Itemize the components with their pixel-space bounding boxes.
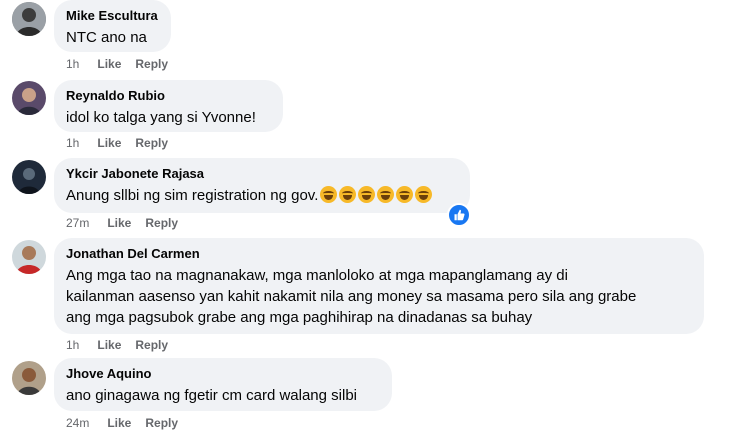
comment-text-line: kailanman aasenso yan kahit nakamit nila… bbox=[66, 288, 637, 305]
commenter-name[interactable]: Jhove Aquino bbox=[66, 365, 380, 382]
laughing-emoji-icon bbox=[339, 186, 357, 203]
comment-text-line: Ang mga tao na magnanakaw, mga manloloko… bbox=[66, 267, 568, 284]
avatar-photo bbox=[12, 361, 46, 395]
avatar-photo bbox=[12, 160, 46, 194]
commenter-name[interactable]: Mike Escultura bbox=[66, 7, 159, 24]
comment-text: Anung sllbi ng sim registration ng gov. bbox=[66, 185, 458, 206]
reply-button[interactable]: Reply bbox=[145, 215, 178, 231]
comment-bubble: Reynaldo Rubio idol ko talga yang si Yvo… bbox=[54, 80, 283, 132]
laughing-emoji-icon bbox=[415, 186, 433, 203]
avatar-photo bbox=[12, 2, 46, 36]
like-button[interactable]: Like bbox=[107, 215, 131, 231]
avatar-photo bbox=[12, 240, 46, 274]
comment-text: idol ko talga yang si Yvonne! bbox=[66, 109, 256, 126]
comment-bubble: Ykcir Jabonete Rajasa Anung sllbi ng sim… bbox=[54, 158, 470, 213]
comment-time[interactable]: 1h bbox=[66, 56, 79, 72]
comment-bubble: Jonathan Del Carmen Ang mga tao na magna… bbox=[54, 238, 704, 334]
like-button[interactable]: Like bbox=[97, 56, 121, 72]
reply-button[interactable]: Reply bbox=[145, 415, 178, 431]
comment-bubble: Jhove Aquino ano ginagawa ng fgetir cm c… bbox=[54, 358, 392, 411]
laughing-emoji-icon bbox=[358, 186, 376, 203]
comment-text: ano ginagawa ng fgetir cm card walang si… bbox=[66, 387, 357, 404]
laughing-emoji-icon bbox=[377, 186, 395, 203]
commenter-name[interactable]: Reynaldo Rubio bbox=[66, 87, 271, 104]
like-button[interactable]: Like bbox=[97, 337, 121, 353]
avatar[interactable] bbox=[12, 2, 46, 36]
reply-button[interactable]: Reply bbox=[135, 337, 168, 353]
avatar[interactable] bbox=[12, 361, 46, 395]
comment-actions: 1h Like Reply bbox=[66, 135, 182, 151]
avatar[interactable] bbox=[12, 81, 46, 115]
like-button[interactable]: Like bbox=[107, 415, 131, 431]
comment-time[interactable]: 27m bbox=[66, 215, 89, 231]
comment-actions: 24m Like Reply bbox=[66, 415, 192, 431]
comment-time[interactable]: 24m bbox=[66, 415, 89, 431]
laughing-emoji-icon bbox=[396, 186, 414, 203]
comment-actions: 1h Like Reply bbox=[66, 337, 182, 353]
thumbs-up-icon bbox=[454, 209, 465, 221]
comment-text: NTC ano na bbox=[66, 29, 147, 46]
comment-time[interactable]: 1h bbox=[66, 135, 79, 151]
like-button[interactable]: Like bbox=[97, 135, 121, 151]
commenter-name[interactable]: Jonathan Del Carmen bbox=[66, 245, 692, 262]
avatar[interactable] bbox=[12, 160, 46, 194]
comment-text: Ang mga tao na magnanakaw, mga manloloko… bbox=[66, 265, 692, 328]
avatar[interactable] bbox=[12, 240, 46, 274]
reply-button[interactable]: Reply bbox=[135, 135, 168, 151]
like-reaction-icon[interactable] bbox=[447, 203, 471, 227]
comment-actions: 27m Like Reply bbox=[66, 215, 192, 231]
comment-actions: 1h Like Reply bbox=[66, 56, 182, 72]
reply-button[interactable]: Reply bbox=[135, 56, 168, 72]
comment-bubble: Mike Escultura NTC ano na bbox=[54, 0, 171, 52]
laughing-emoji-icon bbox=[320, 186, 338, 203]
comment-time[interactable]: 1h bbox=[66, 337, 79, 353]
commenter-name[interactable]: Ykcir Jabonete Rajasa bbox=[66, 165, 458, 182]
avatar-photo bbox=[12, 81, 46, 115]
comment-text-line: ang mga pagsubok grabe ang mga paghihira… bbox=[66, 309, 533, 326]
comment-text-content: Anung sllbi ng sim registration ng gov. bbox=[66, 187, 319, 204]
